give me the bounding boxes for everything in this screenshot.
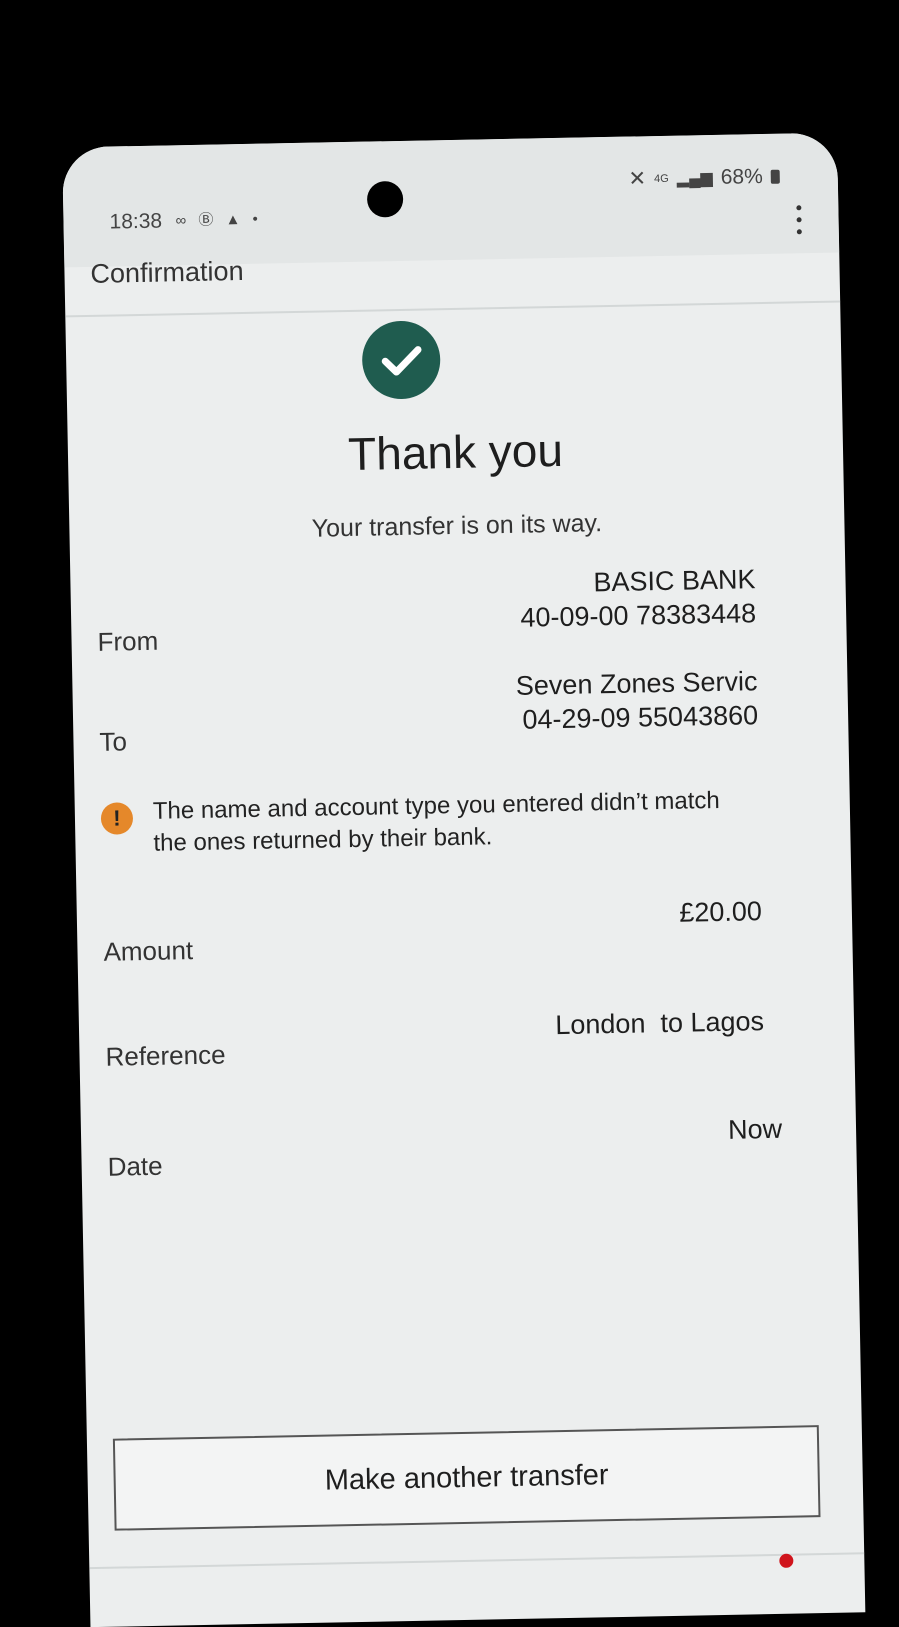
amount-value: £20.00: [678, 896, 763, 928]
status-time: 18:38: [109, 209, 163, 234]
notification-icons: ∞ Ⓑ ▲ •: [175, 210, 262, 230]
battery-icon: [770, 169, 780, 184]
date-label: Date: [107, 1150, 163, 1182]
notification-badge: [779, 1553, 794, 1568]
warning-icon: !: [100, 802, 134, 835]
bottom-nav-divider: [89, 1552, 865, 1570]
network-type: 4G: [653, 172, 669, 185]
mute-icon: ✕: [628, 167, 647, 191]
check-circle-icon: [361, 320, 441, 400]
status-bar: 18:38 ∞ Ⓑ ▲ • ✕ 4G ▂▄▆ 68% Confirmation: [62, 132, 840, 289]
header-divider: [65, 300, 841, 318]
signal-icon: ▂▄▆: [676, 169, 713, 188]
battery-level: 68%: [720, 164, 763, 189]
reference-value: London to Lagos: [555, 1006, 765, 1041]
to-account: 04-29-09 55043860: [522, 700, 759, 735]
status-right: ✕ 4G ▂▄▆ 68%: [628, 164, 780, 192]
to-label: To: [99, 726, 128, 757]
confirmation-subtitle: Your transfer is on its way.: [311, 509, 603, 543]
from-bank: BASIC BANK: [593, 564, 756, 598]
phone-screen: 18:38 ∞ Ⓑ ▲ • ✕ 4G ▂▄▆ 68% Confirmation …: [62, 132, 866, 1627]
amount-label: Amount: [103, 935, 194, 967]
page-title: Confirmation: [90, 255, 244, 289]
confirmation-heading: Thank you: [347, 423, 564, 480]
reference-label: Reference: [105, 1039, 226, 1072]
from-value: BASIC BANK 40-09-00 78383448: [519, 562, 756, 635]
name-mismatch-warning: ! The name and account type you entered …: [100, 785, 742, 861]
from-label: From: [97, 625, 159, 657]
to-name: Seven Zones Servic: [515, 666, 758, 701]
from-account: 40-09-00 78383448: [520, 598, 757, 633]
front-camera: [366, 180, 404, 218]
make-another-transfer-button[interactable]: Make another transfer: [112, 1425, 821, 1531]
date-value: Now: [727, 1113, 783, 1145]
to-value: Seven Zones Servic 04-29-09 55043860: [516, 664, 759, 737]
warning-text: The name and account type you entered di…: [152, 786, 721, 857]
more-vert-icon[interactable]: [788, 205, 809, 245]
